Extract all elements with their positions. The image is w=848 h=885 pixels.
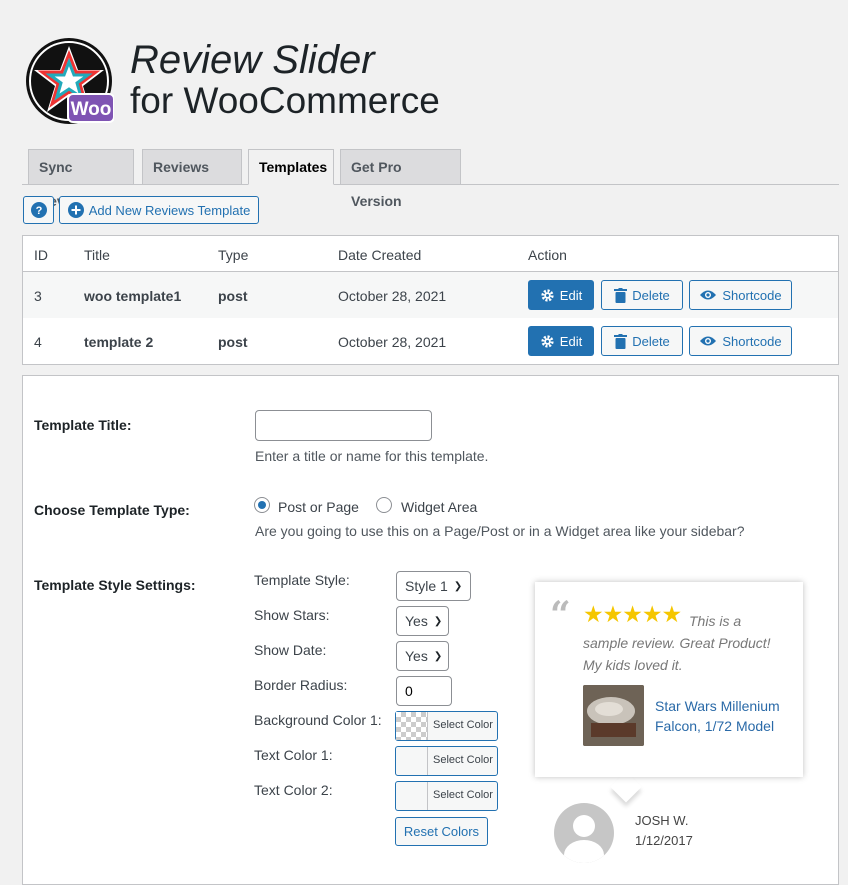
logo-badge-text: Woo bbox=[71, 99, 112, 120]
gear-icon bbox=[541, 288, 554, 302]
tab-sync-reviews[interactable]: Sync Reviews bbox=[28, 149, 134, 209]
radio-post-or-page[interactable] bbox=[254, 497, 270, 513]
text-color2-swatch bbox=[396, 782, 428, 810]
shortcode-button[interactable]: Shortcode bbox=[689, 326, 792, 356]
text-color1-label: Text Color 1: bbox=[254, 747, 333, 763]
show-stars-select[interactable]: Yes ❯ bbox=[396, 606, 449, 636]
page-subtitle: for WooCommerce bbox=[130, 80, 440, 121]
review-text: This is a sample review. Great Product! … bbox=[583, 613, 771, 673]
template-style-label: Template Style: bbox=[254, 572, 350, 588]
chevron-down-icon: ❯ bbox=[433, 615, 443, 627]
border-radius-label: Border Radius: bbox=[254, 677, 348, 693]
bg-color-picker[interactable]: Select Color bbox=[395, 711, 498, 741]
help-button[interactable]: ? bbox=[23, 196, 54, 224]
svg-text:?: ? bbox=[35, 205, 42, 217]
show-date-label: Show Date: bbox=[254, 642, 327, 658]
chevron-down-icon: ❯ bbox=[453, 580, 463, 592]
template-style-select[interactable]: Style 1 ❯ bbox=[396, 571, 471, 601]
col-action: Action bbox=[528, 247, 567, 263]
show-date-select[interactable]: Yes ❯ bbox=[396, 641, 449, 671]
chevron-down-icon: ❯ bbox=[433, 650, 443, 662]
row-date: October 28, 2021 bbox=[338, 288, 447, 304]
bg-color-label: Background Color 1: bbox=[254, 712, 382, 728]
product-image bbox=[583, 685, 644, 746]
product-link[interactable]: Star Wars Millenium Falcon, 1/72 Model bbox=[655, 696, 795, 736]
add-template-label: Add New Reviews Template bbox=[88, 202, 251, 218]
eye-icon bbox=[700, 290, 717, 300]
row-title: template 2 bbox=[84, 334, 154, 350]
edit-button[interactable]: Edit bbox=[528, 326, 594, 356]
review-preview-card: “ ★★★★★ This is a sample review. Great P… bbox=[535, 582, 803, 777]
plus-circle-icon bbox=[67, 202, 84, 218]
trash-icon bbox=[614, 287, 628, 303]
row-id: 4 bbox=[34, 334, 42, 350]
edit-button[interactable]: Edit bbox=[528, 280, 594, 310]
row-id: 3 bbox=[34, 288, 42, 304]
templates-table: ID Title Type Date Created Action 3 woo … bbox=[22, 235, 839, 365]
radio-post-or-page-label: Post or Page bbox=[278, 499, 359, 515]
template-title-hint: Enter a title or name for this template. bbox=[255, 448, 489, 464]
help-icon: ? bbox=[30, 202, 47, 218]
text-color1-swatch bbox=[396, 747, 428, 775]
radio-widget-area[interactable] bbox=[376, 497, 392, 513]
radio-widget-area-label: Widget Area bbox=[401, 499, 478, 515]
bg-color-swatch bbox=[396, 712, 428, 740]
reviewer-name: JOSH W. bbox=[635, 813, 689, 828]
eye-icon bbox=[700, 336, 717, 346]
table-header: ID Title Type Date Created Action bbox=[23, 236, 838, 272]
text-color2-picker[interactable]: Select Color bbox=[395, 781, 498, 811]
row-date: October 28, 2021 bbox=[338, 334, 447, 350]
style-settings-label: Template Style Settings: bbox=[34, 577, 196, 593]
template-title-label: Template Title: bbox=[34, 417, 132, 433]
add-template-button[interactable]: Add New Reviews Template bbox=[59, 196, 259, 224]
review-date: 1/12/2017 bbox=[635, 833, 693, 848]
text-color1-picker[interactable]: Select Color bbox=[395, 746, 498, 776]
tab-templates[interactable]: Templates bbox=[248, 149, 334, 185]
delete-button[interactable]: Delete bbox=[601, 326, 683, 356]
delete-button[interactable]: Delete bbox=[601, 280, 683, 310]
table-row: 3 woo template1 post October 28, 2021 Ed… bbox=[23, 272, 838, 318]
plugin-logo-icon: Woo bbox=[26, 38, 114, 124]
shortcode-button[interactable]: Shortcode bbox=[689, 280, 792, 310]
template-title-input[interactable] bbox=[255, 410, 432, 441]
text-color2-label: Text Color 2: bbox=[254, 782, 333, 798]
col-id: ID bbox=[34, 247, 48, 263]
show-stars-label: Show Stars: bbox=[254, 607, 330, 623]
quote-icon: “ bbox=[550, 594, 571, 636]
gear-icon bbox=[541, 334, 554, 348]
tab-get-pro[interactable]: Get Pro Version bbox=[340, 149, 461, 209]
trash-icon bbox=[614, 333, 628, 349]
tab-reviews-list[interactable]: Reviews List bbox=[142, 149, 242, 209]
page-title: Review Slider bbox=[130, 38, 375, 82]
page: Woo Review Slider for WooCommerce Sync R… bbox=[8, 0, 848, 885]
template-type-label: Choose Template Type: bbox=[34, 502, 190, 518]
reset-colors-button[interactable]: Reset Colors bbox=[395, 817, 488, 846]
col-type: Type bbox=[218, 247, 249, 263]
border-radius-input[interactable] bbox=[396, 676, 452, 706]
table-row: 4 template 2 post October 28, 2021 Edit … bbox=[23, 318, 838, 364]
col-date: Date Created bbox=[338, 247, 422, 263]
tab-bar: Sync Reviews Reviews List Templates Get … bbox=[22, 149, 839, 209]
col-title: Title bbox=[84, 247, 110, 263]
row-type: post bbox=[218, 288, 248, 304]
reviewer-avatar bbox=[554, 803, 614, 863]
row-title: woo template1 bbox=[84, 288, 182, 304]
template-type-hint: Are you going to use this on a Page/Post… bbox=[255, 523, 745, 539]
row-type: post bbox=[218, 334, 248, 350]
